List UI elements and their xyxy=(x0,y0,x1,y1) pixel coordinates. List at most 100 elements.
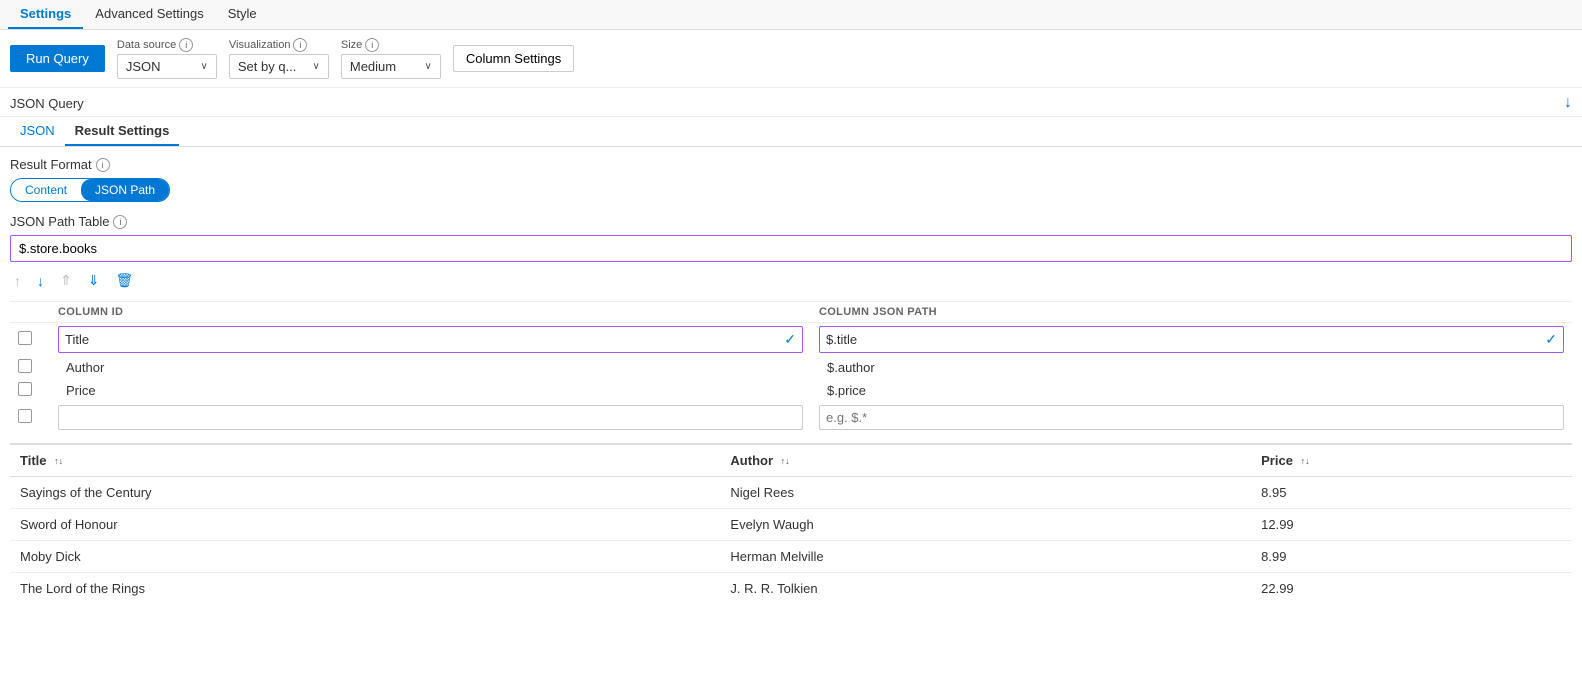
tab-json[interactable]: JSON xyxy=(10,117,65,146)
inner-tabs: JSON Result Settings xyxy=(0,117,1582,147)
visualization-dropdown[interactable]: Set by q... ∨ xyxy=(229,54,329,79)
result-cell-author: Nigel Rees xyxy=(720,477,1251,509)
size-info-icon[interactable]: i xyxy=(365,38,379,52)
row-column-id-cell: Author xyxy=(50,356,811,379)
json-path-input[interactable] xyxy=(10,235,1572,262)
delete-button[interactable]: 🗑 xyxy=(111,270,137,291)
row-column-id-cell: Title ✓ xyxy=(50,323,811,357)
result-cell-title: Sayings of the Century xyxy=(10,477,720,509)
visualization-info-icon[interactable]: i xyxy=(293,38,307,52)
move-to-top-button[interactable]: ⇑ xyxy=(56,270,76,291)
result-cell-author: Evelyn Waugh xyxy=(720,509,1251,541)
columns-table: COLUMN ID COLUMN JSON PATH Title ✓ $ xyxy=(10,301,1572,433)
row-checkbox[interactable] xyxy=(18,382,32,396)
column-json-path-header: COLUMN JSON PATH xyxy=(811,302,1572,323)
results-table: Title ↑↓ Author ↑↓ Price ↑↓ Sayings of t… xyxy=(10,445,1572,604)
row-json-path-cell: $.author xyxy=(811,356,1572,379)
content-area: Result Format i Content JSON Path JSON P… xyxy=(0,147,1582,614)
data-source-dropdown[interactable]: JSON ∨ xyxy=(117,54,217,79)
toolbar: Run Query Data source i JSON ∨ Visualiza… xyxy=(0,30,1582,88)
column-id-value: Author xyxy=(58,355,112,380)
result-cell-title: Moby Dick xyxy=(10,541,720,573)
results-col-price[interactable]: Price ↑↓ xyxy=(1251,445,1572,477)
data-source-info-icon[interactable]: i xyxy=(179,38,193,52)
tab-settings[interactable]: Settings xyxy=(8,0,83,29)
list-item: Sword of HonourEvelyn Waugh12.99 xyxy=(10,509,1572,541)
result-format-buttons: Content JSON Path xyxy=(10,178,170,202)
column-id-value: Price xyxy=(58,378,104,403)
result-cell-price: 22.99 xyxy=(1251,573,1572,605)
new-column-id-input[interactable] xyxy=(58,405,803,430)
row-checkbox-cell xyxy=(10,323,50,357)
data-source-group: Data source i JSON ∨ xyxy=(117,38,217,79)
result-cell-price: 8.95 xyxy=(1251,477,1572,509)
result-cell-title: The Lord of the Rings xyxy=(10,573,720,605)
row-column-id-cell: Price xyxy=(50,379,811,402)
json-query-bar: JSON Query ↓ xyxy=(0,88,1582,117)
sort-icon-author: ↑↓ xyxy=(781,457,790,466)
row-new-path-cell xyxy=(811,402,1572,433)
tab-advanced-settings[interactable]: Advanced Settings xyxy=(83,0,215,29)
result-cell-price: 8.99 xyxy=(1251,541,1572,573)
row-checkbox[interactable] xyxy=(18,359,32,373)
list-item: The Lord of the RingsJ. R. R. Tolkien22.… xyxy=(10,573,1572,605)
top-tabs: Settings Advanced Settings Style xyxy=(0,0,1582,30)
results-section: Title ↑↓ Author ↑↓ Price ↑↓ Sayings of t… xyxy=(10,443,1572,604)
json-path-table-label: JSON Path Table i xyxy=(10,214,1572,229)
row-checkbox-cell-new xyxy=(10,402,50,433)
result-cell-author: Herman Melville xyxy=(720,541,1251,573)
row-checkbox-cell xyxy=(10,379,50,402)
size-group: Size i Medium ∨ xyxy=(341,38,441,79)
check-icon: ✓ xyxy=(784,331,796,348)
json-path-value: $.price xyxy=(819,378,874,403)
table-row: Author $.author xyxy=(10,356,1572,379)
chevron-down-icon-3: ∨ xyxy=(425,61,432,72)
json-query-label: JSON Query xyxy=(10,96,84,111)
json-path-info-icon[interactable]: i xyxy=(113,215,127,229)
result-format-label: Result Format i xyxy=(10,157,1572,172)
row-json-path-cell: $.price xyxy=(811,379,1572,402)
results-col-author[interactable]: Author ↑↓ xyxy=(720,445,1251,477)
result-cell-price: 12.99 xyxy=(1251,509,1572,541)
columns-header-row: COLUMN ID COLUMN JSON PATH xyxy=(10,302,1572,323)
list-item: Sayings of the CenturyNigel Rees8.95 xyxy=(10,477,1572,509)
size-label: Size i xyxy=(341,38,441,52)
tab-result-settings[interactable]: Result Settings xyxy=(65,117,180,146)
column-id-value: Title xyxy=(65,332,89,347)
chevron-down-icon-2: ∨ xyxy=(313,61,320,72)
column-settings-button[interactable]: Column Settings xyxy=(453,45,574,72)
result-cell-author: J. R. R. Tolkien xyxy=(720,573,1251,605)
move-down-button[interactable]: ↓ xyxy=(33,271,48,291)
row-checkbox[interactable] xyxy=(18,331,32,345)
check-icon-path: ✓ xyxy=(1545,331,1557,348)
result-format-info-icon[interactable]: i xyxy=(96,158,110,172)
column-id-header: COLUMN ID xyxy=(50,302,811,323)
row-checkbox-new[interactable] xyxy=(18,409,32,423)
move-to-bottom-button[interactable]: ⇓ xyxy=(84,270,104,291)
checkbox-header xyxy=(10,302,50,323)
sort-icon-price: ↑↓ xyxy=(1301,457,1310,466)
visualization-group: Visualization i Set by q... ∨ xyxy=(229,38,329,79)
download-icon[interactable]: ↓ xyxy=(1564,94,1572,112)
size-dropdown[interactable]: Medium ∨ xyxy=(341,54,441,79)
chevron-down-icon: ∨ xyxy=(201,61,208,72)
visualization-label: Visualization i xyxy=(229,38,329,52)
result-cell-title: Sword of Honour xyxy=(10,509,720,541)
row-json-path-cell: $.title ✓ xyxy=(811,323,1572,357)
new-column-path-input[interactable] xyxy=(819,405,1564,430)
sort-icon-title: ↑↓ xyxy=(54,457,63,466)
run-query-button[interactable]: Run Query xyxy=(10,45,105,72)
tab-style[interactable]: Style xyxy=(216,0,269,29)
results-col-title[interactable]: Title ↑↓ xyxy=(10,445,720,477)
row-new-id-cell xyxy=(50,402,811,433)
results-header-row: Title ↑↓ Author ↑↓ Price ↑↓ xyxy=(10,445,1572,477)
table-row: Title ✓ $.title ✓ xyxy=(10,323,1572,357)
table-row-new xyxy=(10,402,1572,433)
json-path-value: $.author xyxy=(819,355,883,380)
format-json-path-button[interactable]: JSON Path xyxy=(81,179,169,201)
action-row: ↑ ↓ ⇑ ⇓ 🗑 xyxy=(10,270,1572,291)
row-checkbox-cell xyxy=(10,356,50,379)
format-content-button[interactable]: Content xyxy=(11,179,81,201)
move-up-button[interactable]: ↑ xyxy=(10,271,25,291)
json-path-value: $.title xyxy=(826,332,857,347)
